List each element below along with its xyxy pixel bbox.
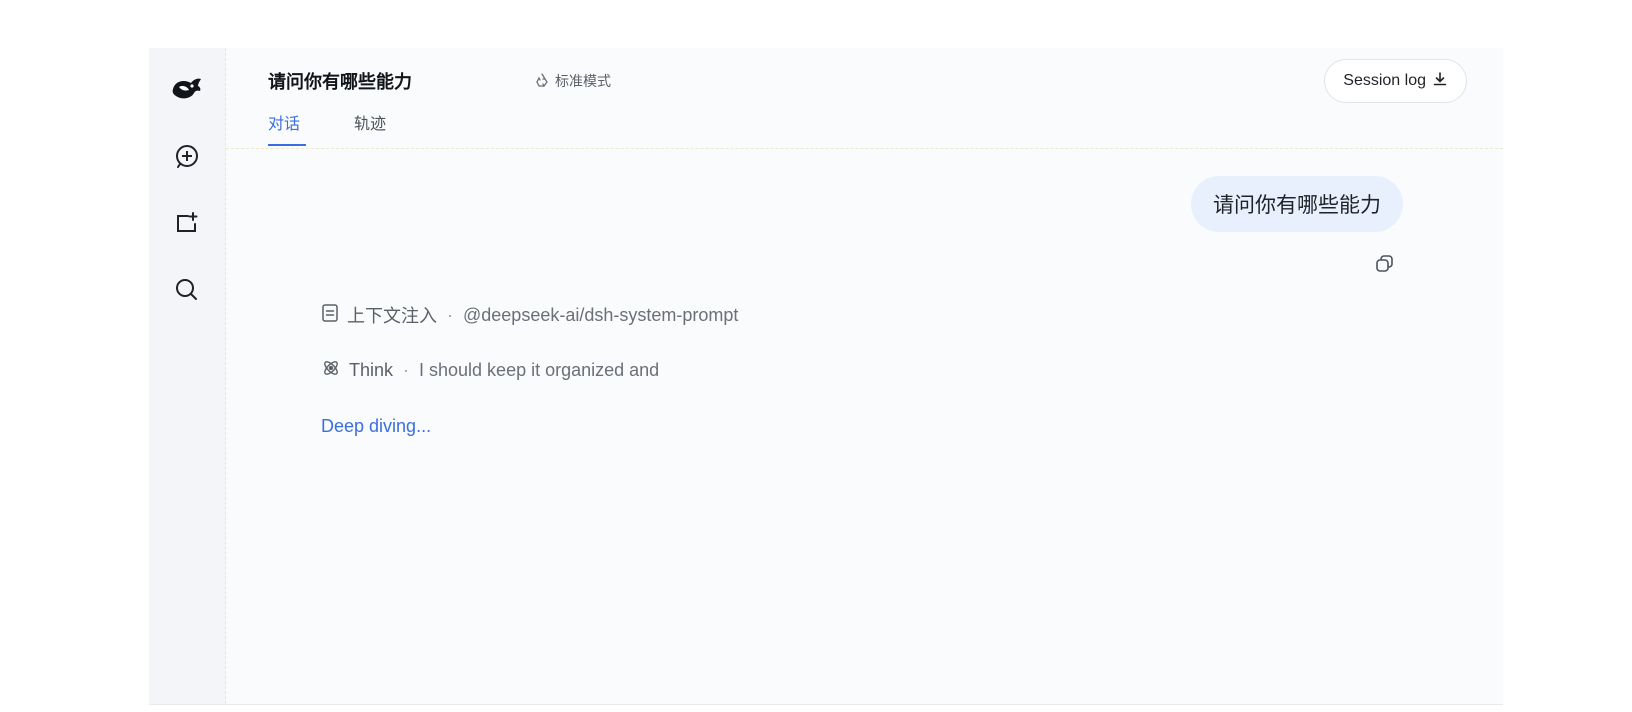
user-message-bubble: 请问你有哪些能力 xyxy=(1191,176,1403,232)
status-text: Deep diving... xyxy=(321,416,432,436)
header: 请问你有哪些能力 标准模式 对话 轨迹 Session log xyxy=(226,48,1503,149)
step-context-injection[interactable]: 上下文注入 · @deepseek-ai/dsh-system-prompt xyxy=(321,302,738,328)
document-icon xyxy=(321,303,339,328)
search-icon[interactable] xyxy=(170,273,204,307)
step-detail: I should keep it organized and xyxy=(419,360,660,380)
step-think[interactable]: Think · I should keep it organized and xyxy=(321,358,659,383)
recycle-icon xyxy=(534,72,550,91)
step-label: Think xyxy=(349,360,394,380)
copy-icon[interactable] xyxy=(1372,251,1398,277)
step-separator: · xyxy=(447,304,453,325)
think-icon xyxy=(321,358,341,383)
sidebar xyxy=(149,48,226,704)
page-title: 请问你有哪些能力 xyxy=(268,72,412,92)
session-log-label: Session log xyxy=(1343,72,1426,89)
step-label: 上下文注入 xyxy=(347,306,437,326)
mode-label: 标准模式 xyxy=(555,73,611,89)
session-log-button[interactable]: Session log xyxy=(1324,59,1467,103)
new-chat-icon[interactable] xyxy=(170,139,204,173)
main-panel: 请问你有哪些能力 标准模式 对话 轨迹 Session log 请问你有哪些能力… xyxy=(226,48,1503,704)
whale-logo-icon[interactable] xyxy=(170,72,204,106)
active-tab-indicator xyxy=(268,144,306,146)
app-window: 请问你有哪些能力 标准模式 对话 轨迹 Session log 请问你有哪些能力… xyxy=(149,48,1503,705)
tab-dialogue[interactable]: 对话 xyxy=(268,110,300,134)
step-detail: @deepseek-ai/dsh-system-prompt xyxy=(463,304,739,325)
step-separator: · xyxy=(403,360,410,380)
tab-trace[interactable]: 轨迹 xyxy=(354,110,386,134)
mode-indicator[interactable]: 标准模式 xyxy=(534,71,611,91)
download-icon xyxy=(1432,71,1448,92)
new-folder-icon[interactable] xyxy=(170,206,204,240)
